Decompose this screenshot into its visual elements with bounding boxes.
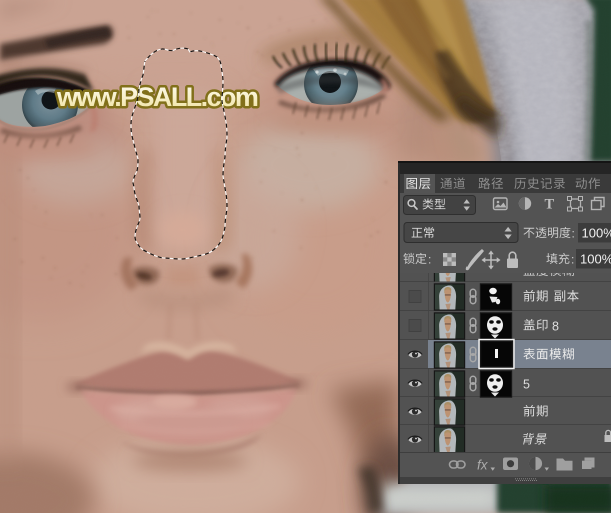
svg-text:100%: 100% (580, 252, 611, 267)
svg-text::: : (572, 227, 575, 241)
svg-text:fx: fx (477, 458, 489, 473)
svg-text:5: 5 (523, 378, 530, 392)
svg-text:100%: 100% (582, 226, 611, 241)
svg-text::: : (428, 253, 431, 267)
svg-text:www.PSALL.com: www.PSALL.com (56, 82, 258, 112)
svg-text::: : (571, 253, 574, 267)
svg-text:T: T (545, 197, 555, 213)
svg-text:8: 8 (552, 320, 559, 334)
